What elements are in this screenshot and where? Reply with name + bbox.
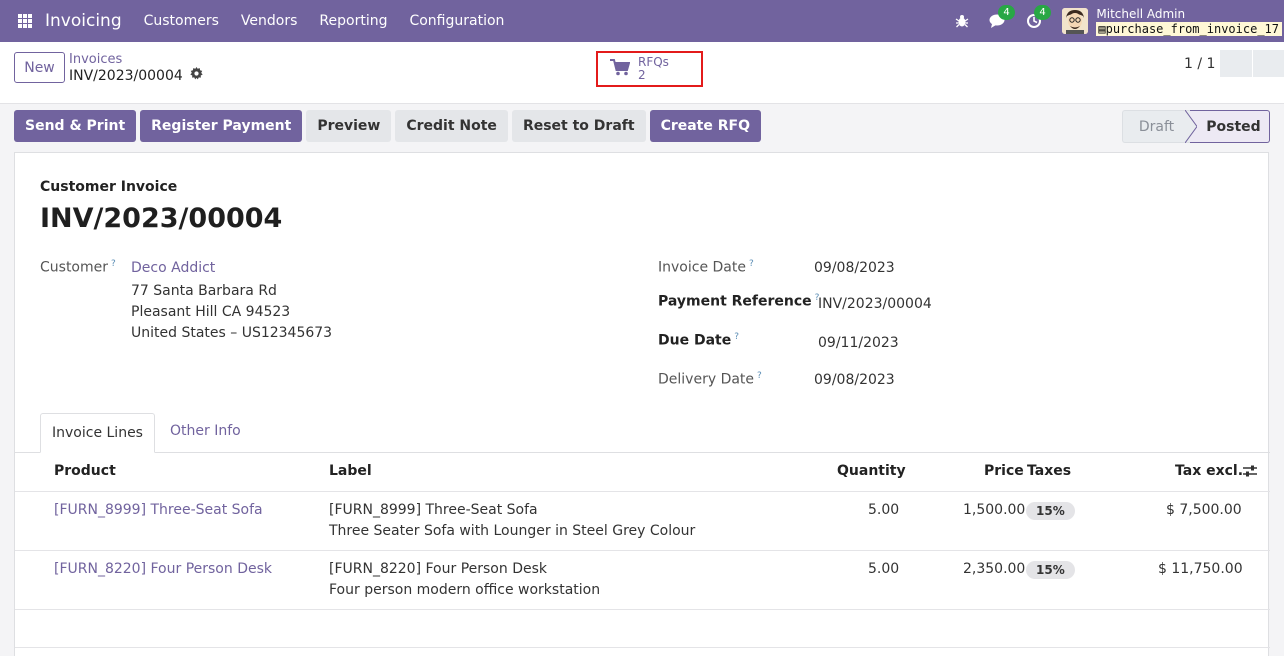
row1-subtotal: $ 7,500.00	[1166, 502, 1242, 518]
row-divider	[15, 609, 1270, 610]
breadcrumb-invoices[interactable]: Invoices	[69, 52, 122, 67]
action-buttons: Send & Print Register Payment Preview Cr…	[14, 110, 765, 142]
payment-reference-value[interactable]: INV/2023/00004	[818, 296, 932, 312]
breadcrumb-current-label: INV/2023/00004	[69, 67, 183, 84]
row1-label-line1[interactable]: [FURN_8999] Three-Seat Sofa	[329, 502, 538, 518]
row2-price[interactable]: 2,350.00	[963, 561, 1025, 577]
debug-bug-icon[interactable]	[950, 9, 974, 33]
rfqs-smart-button-text: RFQs 2	[638, 56, 669, 82]
activities-clock-icon[interactable]: 4	[1022, 5, 1051, 33]
delivery-date-label: Delivery Date?	[658, 371, 762, 388]
shopping-cart-icon	[610, 58, 631, 80]
status-posted[interactable]: Posted	[1190, 110, 1270, 143]
database-name: ▤purchase_from_invoice_17	[1096, 21, 1282, 36]
tab-invoice-lines[interactable]: Invoice Lines	[40, 413, 155, 453]
invoice-date-label: Invoice Date?	[658, 259, 754, 276]
preview-button[interactable]: Preview	[306, 110, 392, 142]
row1-quantity[interactable]: 5.00	[868, 502, 899, 518]
breadcrumb-current: INV/2023/00004	[69, 67, 203, 84]
due-date-label: Due Date?	[658, 332, 739, 349]
pager-next-button[interactable]	[1253, 50, 1284, 77]
new-button[interactable]: New	[14, 52, 65, 83]
row2-subtotal: $ 11,750.00	[1158, 561, 1243, 577]
control-panel: New Invoices INV/2023/00004 RFQs 2 1 / 1	[0, 42, 1284, 104]
row2-label-line1[interactable]: [FURN_8220] Four Person Desk	[329, 561, 547, 577]
row-divider	[15, 550, 1270, 551]
menu-reporting[interactable]: Reporting	[308, 13, 398, 29]
row2-tax-badge[interactable]: 15%	[1026, 561, 1075, 579]
column-price[interactable]: Price	[984, 463, 1024, 479]
delivery-date-value[interactable]: 09/08/2023	[814, 372, 895, 388]
credit-note-button[interactable]: Credit Note	[395, 110, 508, 142]
tab-other-info[interactable]: Other Info	[170, 423, 241, 439]
pager-value[interactable]: 1 / 1	[1184, 56, 1215, 72]
menu-configuration[interactable]: Configuration	[398, 13, 515, 29]
column-quantity[interactable]: Quantity	[837, 463, 906, 479]
column-label[interactable]: Label	[329, 463, 372, 479]
tabs-divider	[15, 452, 1270, 453]
row2-product-link[interactable]: [FURN_8220] Four Person Desk	[54, 561, 272, 577]
customer-address-line3: United States – US12345673	[131, 325, 333, 341]
top-navbar: Invoicing Customers Vendors Reporting Co…	[0, 0, 1284, 42]
header-divider	[15, 491, 1270, 492]
invoice-form-sheet: Customer Invoice INV/2023/00004 Customer…	[14, 152, 1270, 656]
messages-icon[interactable]: 4	[986, 5, 1015, 33]
reset-to-draft-button[interactable]: Reset to Draft	[511, 110, 646, 142]
status-arrow-divider	[1185, 110, 1197, 143]
database-icon: ▤	[1098, 21, 1106, 36]
optional-columns-sliders-icon[interactable]	[1242, 464, 1258, 482]
user-menu[interactable]: Mitchell Admin ▤purchase_from_invoice_17	[1096, 7, 1282, 36]
app-name[interactable]: Invoicing	[45, 11, 122, 31]
due-date-value[interactable]: 09/11/2023	[818, 335, 899, 351]
document-type: Customer Invoice	[40, 179, 178, 195]
row2-quantity[interactable]: 5.00	[868, 561, 899, 577]
status-draft[interactable]: Draft	[1122, 110, 1190, 143]
invoice-date-value[interactable]: 09/08/2023	[814, 260, 895, 276]
rfqs-count: 2	[638, 68, 646, 82]
column-taxes[interactable]: Taxes	[1027, 463, 1071, 479]
row2-label-line2[interactable]: Four person modern office workstation	[329, 582, 600, 598]
menu-vendors[interactable]: Vendors	[230, 13, 308, 29]
document-title: INV/2023/00004	[40, 203, 283, 234]
messages-count-badge: 4	[998, 5, 1015, 20]
pager-previous-button[interactable]	[1220, 50, 1252, 77]
customer-address-line1: 77 Santa Barbara Rd	[131, 283, 277, 299]
customer-address-line2: Pleasant Hill CA 94523	[131, 304, 291, 320]
row1-price[interactable]: 1,500.00	[963, 502, 1025, 518]
user-name: Mitchell Admin	[1096, 6, 1186, 21]
payment-reference-label: Payment Reference?	[658, 293, 820, 310]
menu-customers[interactable]: Customers	[133, 13, 230, 29]
send-print-button[interactable]: Send & Print	[14, 110, 137, 142]
row1-tax-badge[interactable]: 15%	[1026, 502, 1075, 520]
activities-count-badge: 4	[1034, 5, 1051, 20]
column-tax-excl[interactable]: Tax excl.	[1175, 463, 1243, 479]
apps-menu-icon[interactable]	[18, 14, 32, 28]
user-avatar[interactable]	[1062, 8, 1089, 34]
create-rfq-button[interactable]: Create RFQ	[649, 110, 761, 142]
customer-name-link[interactable]: Deco Addict	[131, 260, 215, 276]
row1-label-line2[interactable]: Three Seater Sofa with Lounger in Steel …	[329, 523, 695, 539]
register-payment-button[interactable]: Register Payment	[140, 110, 303, 142]
row1-product-link[interactable]: [FURN_8999] Three-Seat Sofa	[54, 502, 263, 518]
rfqs-smart-button[interactable]: RFQs 2	[596, 51, 703, 87]
main-menu: Customers Vendors Reporting Configuratio…	[133, 13, 516, 29]
gear-icon[interactable]	[190, 67, 203, 84]
navbar-systray: 4 4 Mitchell Admin ▤purchase_from_invoic…	[944, 0, 1284, 42]
column-product[interactable]: Product	[54, 463, 116, 479]
customer-label: Customer?	[40, 259, 116, 276]
row-divider	[15, 647, 1270, 648]
